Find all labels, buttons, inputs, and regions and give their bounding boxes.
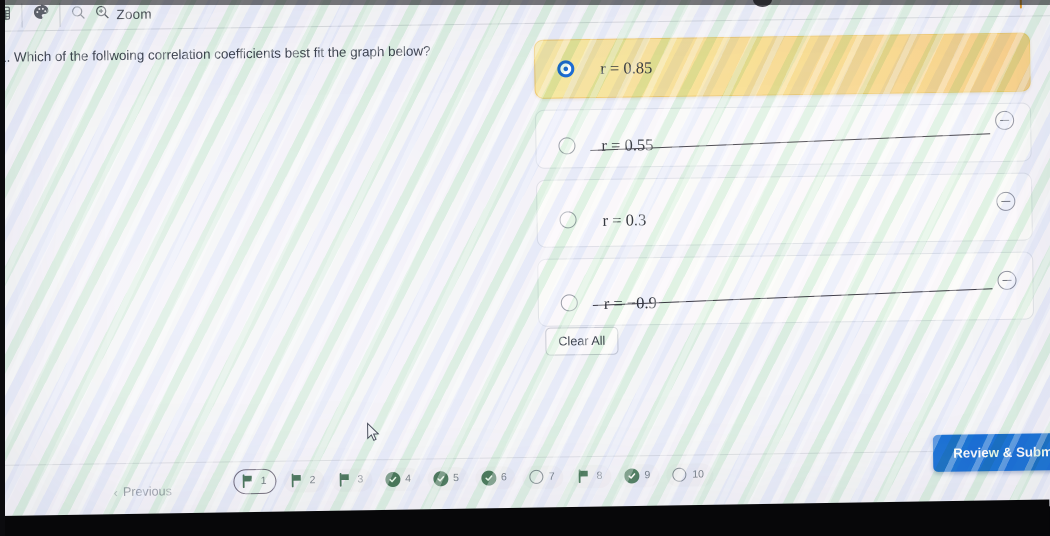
question-pill-1[interactable]: 1	[233, 468, 277, 494]
pill-number: 1	[260, 474, 267, 487]
pill-number: 8	[596, 469, 603, 482]
palette-icon	[32, 4, 49, 26]
answer-option-b-label: r = 0.55	[601, 134, 654, 155]
question-pill-5[interactable]: 5	[426, 466, 469, 491]
pill-number: 5	[453, 472, 460, 485]
eliminate-option-c-button[interactable]	[996, 191, 1016, 212]
question-text: 1. Which of the follwoing correlation co…	[0, 41, 519, 67]
quiz-screen: Zoom 1. Which of the follwoing correlati…	[0, 0, 1050, 522]
chevron-left-icon: ‹	[113, 484, 119, 500]
pill-number: 9	[644, 469, 651, 482]
question-body: Which of the follwoing correlation coeff…	[13, 43, 431, 65]
review-submit-button[interactable]: Review & Submit	[932, 432, 1050, 472]
answer-options-list: r = 0.85 r = 0.55 r = 0.3 r = −0.9	[533, 32, 1035, 338]
zoom-label: Zoom	[116, 6, 152, 22]
zoom-in-icon	[94, 4, 110, 25]
previous-button[interactable]: ‹ Previous	[113, 484, 172, 500]
question-pill-4[interactable]: 4	[379, 467, 421, 491]
pill-number: 3	[357, 473, 364, 486]
check-circle-icon	[432, 470, 449, 486]
question-pill-3[interactable]: 3	[331, 467, 373, 492]
eliminate-option-d-button[interactable]	[997, 270, 1017, 291]
check-circle-icon	[624, 467, 640, 484]
check-circle-icon	[385, 471, 401, 487]
radio-option-b[interactable]	[558, 137, 576, 155]
question-pill-10[interactable]: 10	[666, 462, 714, 487]
bezel-top-edge	[0, 0, 1050, 5]
flag-icon	[337, 472, 352, 487]
previous-label: Previous	[122, 484, 172, 500]
answer-option-d[interactable]: r = −0.9	[537, 251, 1035, 327]
answer-option-a[interactable]: r = 0.85	[533, 32, 1031, 99]
minus-icon	[1001, 200, 1011, 203]
empty-circle-icon	[529, 469, 544, 484]
answer-option-c-label: r = 0.3	[602, 210, 647, 230]
eliminate-option-b-button[interactable]	[994, 110, 1015, 131]
pill-number: 10	[692, 468, 705, 481]
answer-option-b[interactable]: r = 0.55	[534, 102, 1032, 169]
pill-number: 7	[548, 470, 555, 483]
check-circle-icon	[480, 469, 497, 486]
answer-option-a-label: r = 0.85	[600, 57, 653, 78]
mouse-cursor	[367, 422, 381, 447]
pill-number: 2	[309, 474, 316, 487]
question-pill-6[interactable]: 6	[474, 465, 516, 490]
photographed-screen: Zoom 1. Which of the follwoing correlati…	[0, 0, 1050, 536]
question-pill-9[interactable]: 9	[618, 463, 660, 488]
radio-option-c[interactable]	[559, 210, 577, 229]
zoom-out-icon	[70, 4, 86, 25]
flag-icon	[289, 473, 304, 488]
question-pill-list: 1 2 3 4 5 6 7 8 9 10	[233, 462, 714, 494]
bezel-left-edge	[0, 0, 5, 536]
flag-icon	[577, 469, 592, 484]
minus-icon	[1000, 119, 1010, 122]
empty-circle-icon	[672, 467, 687, 482]
pill-number: 4	[405, 472, 412, 485]
zoom-out-button[interactable]	[60, 1, 90, 27]
radio-option-d[interactable]	[560, 293, 578, 312]
question-pill-8[interactable]: 8	[570, 464, 612, 488]
question-pill-2[interactable]: 2	[283, 468, 325, 493]
answer-option-c[interactable]: r = 0.3	[535, 172, 1033, 248]
flag-icon	[241, 474, 256, 489]
pill-number: 6	[500, 471, 507, 484]
minus-icon	[1002, 279, 1012, 282]
radio-option-a[interactable]	[557, 60, 575, 78]
clear-all-button[interactable]: Clear All	[545, 326, 619, 356]
palette-tool-button[interactable]	[22, 2, 59, 29]
question-pill-7[interactable]: 7	[522, 464, 564, 489]
